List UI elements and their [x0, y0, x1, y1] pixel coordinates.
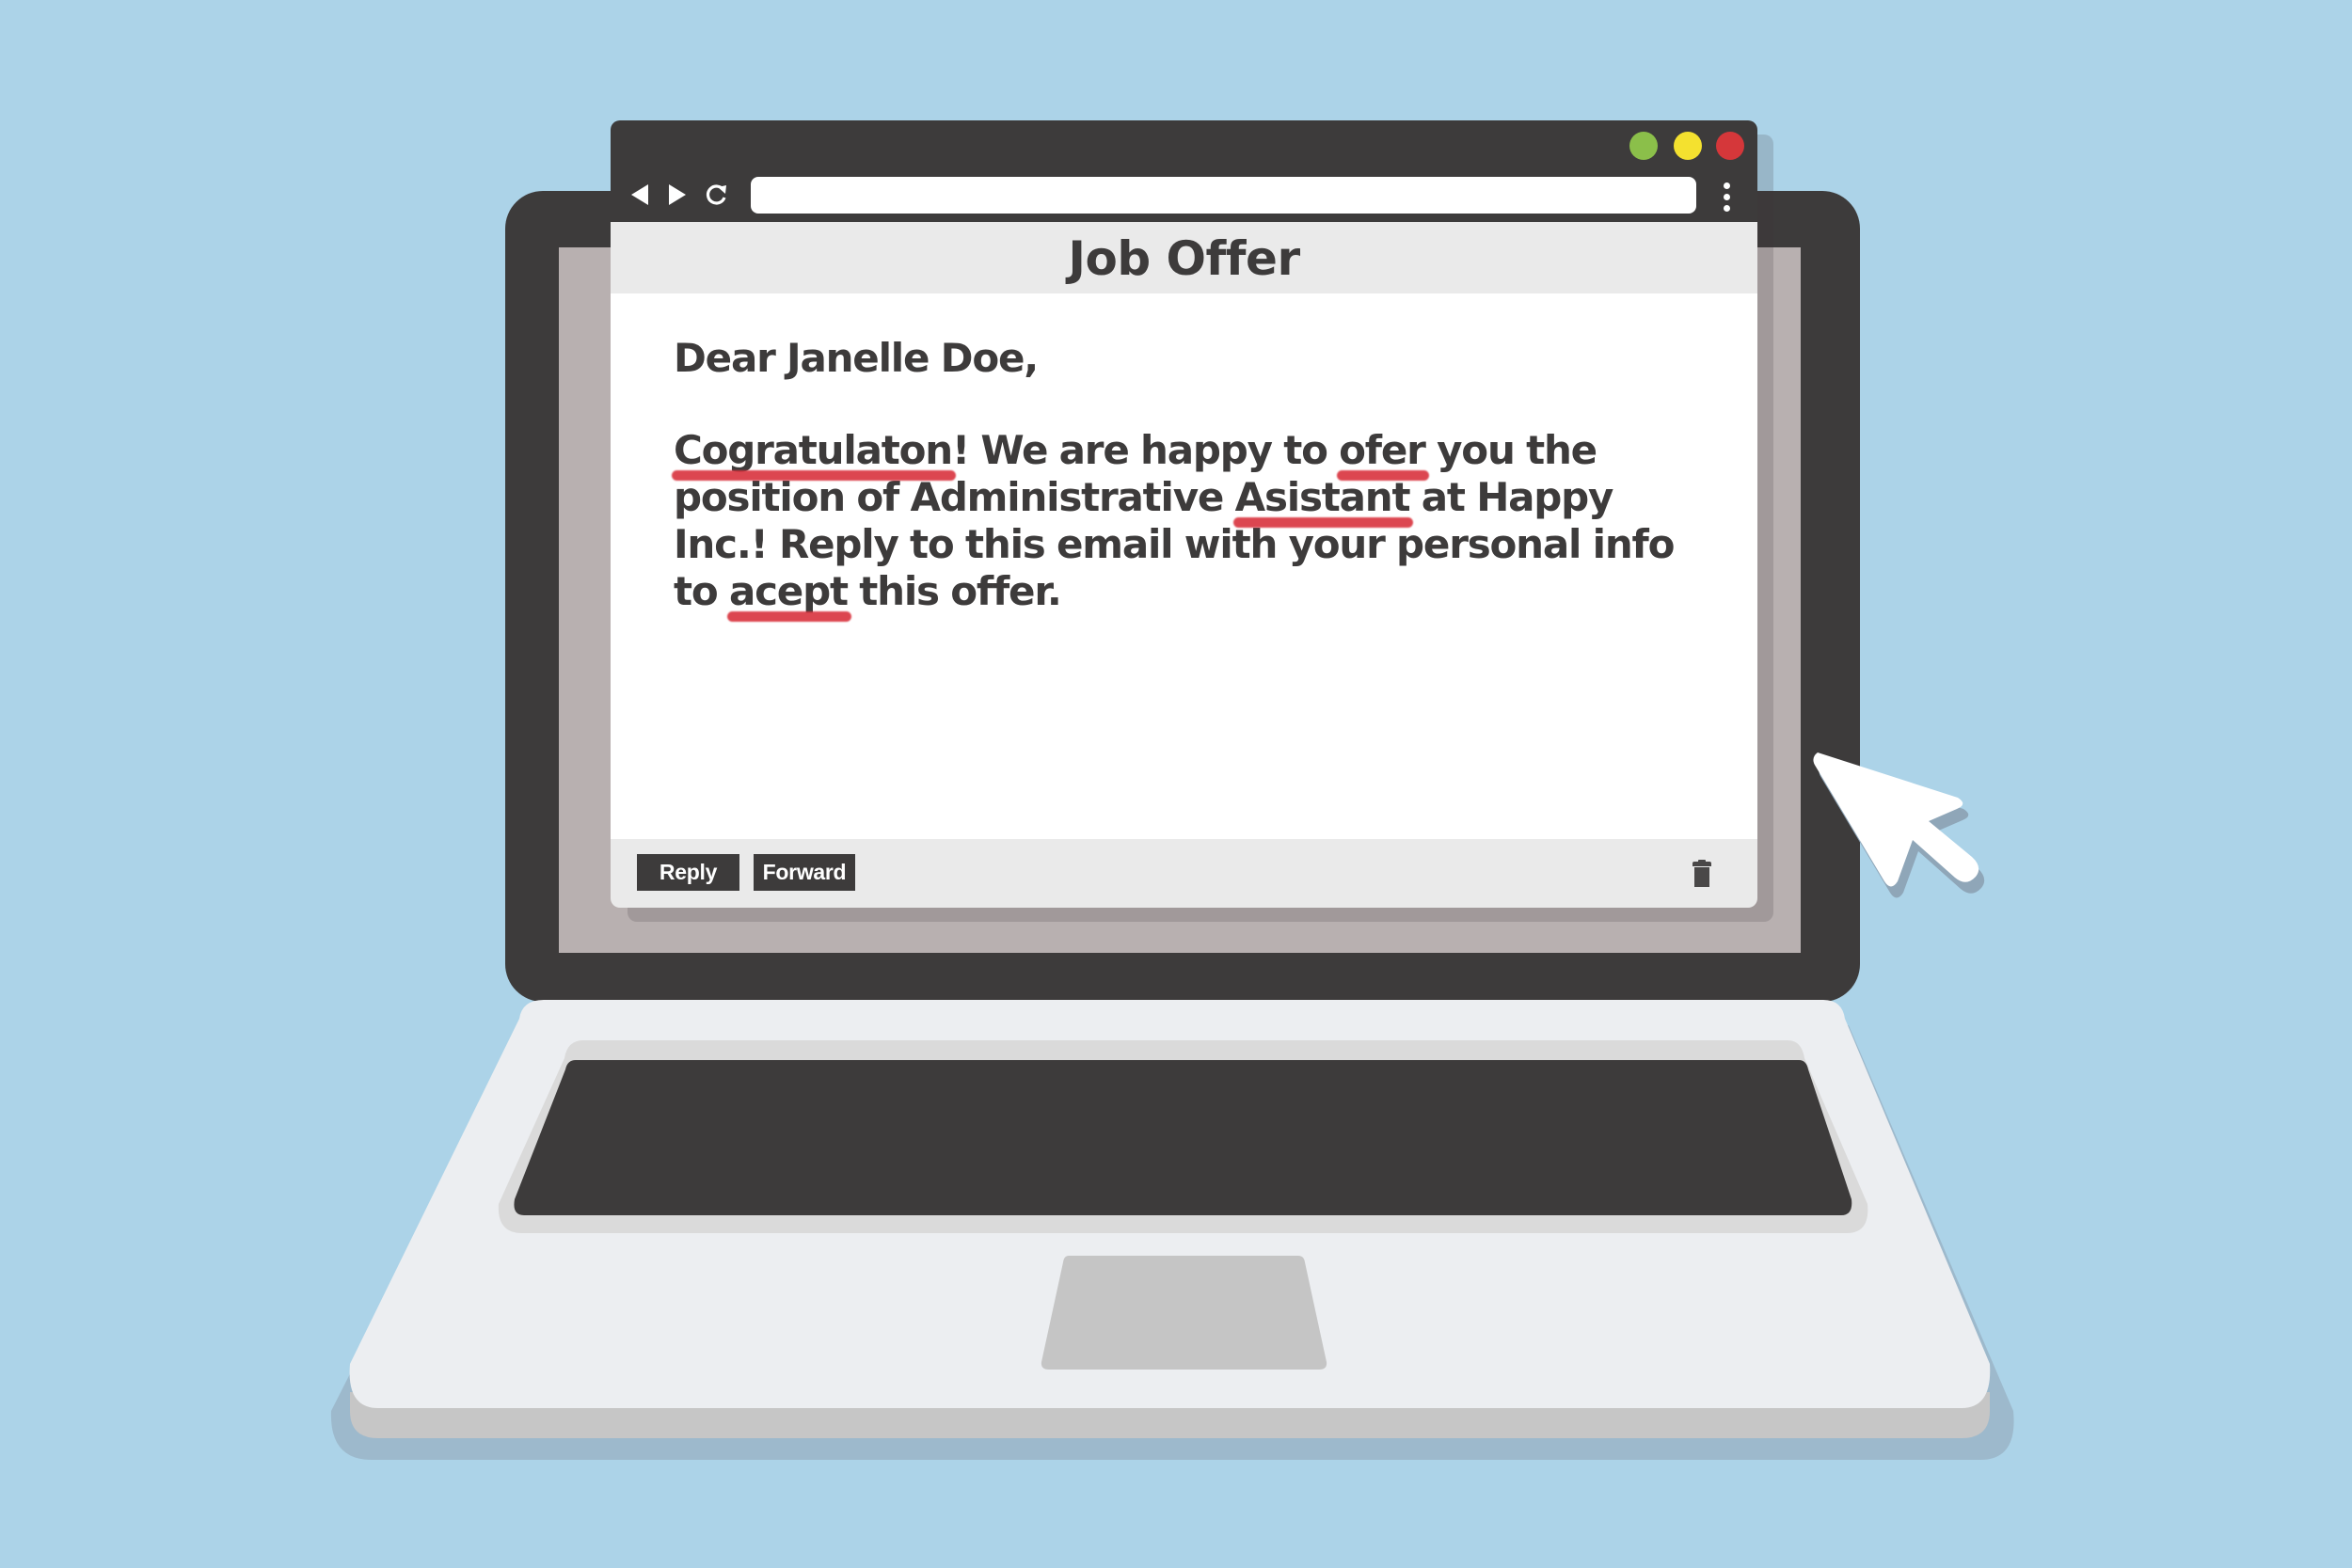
- kebab-menu-icon[interactable]: [1724, 182, 1731, 216]
- back-arrow-icon[interactable]: [629, 182, 650, 207]
- email-content: Dear Janelle Doe, Cogratulaton! We are h…: [674, 335, 1708, 615]
- menu-dot: [1724, 205, 1730, 212]
- email-body: Dear Janelle Doe, Cogratulaton! We are h…: [611, 293, 1757, 839]
- email-message: Cogratulaton! We are happy to ofer you t…: [674, 427, 1708, 615]
- reply-button[interactable]: Reply: [637, 854, 739, 891]
- menu-dot: [1724, 194, 1730, 200]
- keyboard: [514, 1060, 1852, 1215]
- email-footer-toolbar: Reply Forward: [611, 839, 1757, 908]
- window-maximize-button[interactable]: [1674, 132, 1702, 160]
- misspelled-word: ofer: [1339, 427, 1426, 473]
- trackpad[interactable]: [1041, 1256, 1327, 1370]
- email-greeting: Dear Janelle Doe,: [674, 335, 1039, 381]
- forward-arrow-icon[interactable]: [667, 182, 688, 207]
- trash-icon[interactable]: [1692, 860, 1711, 887]
- window-close-button[interactable]: [1716, 132, 1744, 160]
- address-bar[interactable]: [751, 177, 1696, 214]
- forward-button[interactable]: Forward: [754, 854, 855, 891]
- reload-icon[interactable]: [705, 182, 729, 207]
- window-minimize-button[interactable]: [1629, 132, 1658, 160]
- message-text: ! We are happy to: [951, 427, 1340, 473]
- misspelled-word: Cogratulaton: [674, 427, 953, 473]
- trash-lid: [1692, 862, 1711, 866]
- email-header: Job Offer: [611, 222, 1757, 293]
- browser-window: Job Offer Dear Janelle Doe, Cogratulaton…: [611, 120, 1757, 908]
- menu-dot: [1724, 182, 1730, 189]
- trash-can: [1694, 867, 1709, 887]
- misspelled-word: Asistant: [1234, 474, 1411, 520]
- misspelled-word: acept: [728, 568, 849, 614]
- email-subject: Job Offer: [1068, 231, 1300, 286]
- message-text: this offer.: [847, 568, 1062, 614]
- browser-titlebar: [611, 120, 1757, 222]
